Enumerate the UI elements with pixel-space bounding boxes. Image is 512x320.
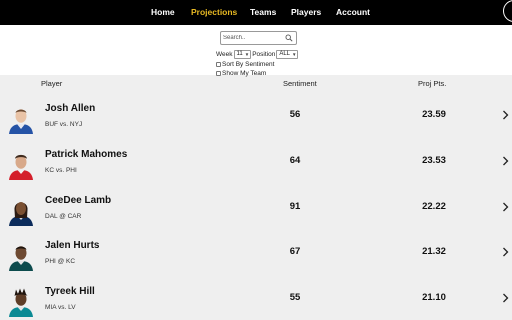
player-proj-pts: 21.10 — [422, 292, 446, 303]
player-name: Jalen Hurts — [45, 240, 100, 251]
table-row[interactable]: Josh Allen BUF vs. NYJ 56 23.59 — [0, 101, 512, 147]
player-matchup: KC vs. PHI — [45, 167, 77, 174]
player-name: CeeDee Lamb — [45, 195, 112, 206]
week-label: Week — [216, 50, 233, 58]
search-input[interactable] — [223, 33, 281, 43]
show-my-team-row: Show My Team — [216, 69, 266, 77]
player-sentiment: 67 — [289, 246, 301, 257]
chevron-right-icon[interactable] — [502, 156, 509, 166]
player-headshot-eagles-icon — [9, 246, 33, 271]
position-select-value: ALL — [279, 51, 291, 57]
chevron-right-icon[interactable] — [502, 293, 509, 303]
nav-players-link[interactable]: Players — [291, 7, 321, 17]
table-row[interactable]: Jalen Hurts PHI @ KC 67 21.32 — [0, 238, 512, 284]
filters-panel: Week 11 ▼ Position ALL ▼ Sort By Sentime… — [0, 25, 512, 77]
player-headshot-chiefs-icon — [9, 154, 33, 180]
player-proj-pts: 21.32 — [422, 246, 446, 257]
nav-projections-link[interactable]: Projections — [191, 7, 237, 17]
profile-circle-icon[interactable] — [503, 0, 512, 22]
chevron-right-icon[interactable] — [502, 110, 509, 120]
search-box — [220, 31, 297, 45]
show-my-team-checkbox[interactable] — [216, 70, 221, 76]
chevron-right-icon[interactable] — [502, 202, 509, 212]
player-name: Patrick Mahomes — [45, 149, 128, 160]
player-name: Josh Allen — [45, 103, 96, 114]
nav-home-link[interactable]: Home — [151, 7, 175, 17]
player-sentiment: 64 — [289, 155, 301, 166]
sort-by-sentiment-row: Sort By Sentiment — [216, 60, 274, 68]
table-row[interactable]: Tyreek Hill MIA vs. LV 55 21.10 — [0, 284, 512, 320]
column-header-player: Player — [41, 79, 63, 88]
sort-by-sentiment-checkbox[interactable] — [216, 61, 221, 67]
week-position-row: Week 11 ▼ Position ALL ▼ — [216, 49, 299, 59]
table-row[interactable]: Patrick Mahomes KC vs. PHI 64 23.53 — [0, 147, 512, 193]
player-headshot-bills-icon — [9, 109, 33, 134]
chevron-right-icon[interactable] — [502, 247, 509, 257]
player-proj-pts: 22.22 — [422, 201, 446, 212]
player-name: Tyreek Hill — [45, 286, 95, 297]
player-matchup: DAL @ CAR — [45, 213, 82, 220]
player-sentiment: 56 — [289, 109, 301, 120]
player-headshot-cowboys-icon — [9, 202, 33, 226]
week-select[interactable]: 11 ▼ — [233, 49, 252, 59]
player-headshot-dolphins-icon — [9, 288, 33, 317]
position-select[interactable]: ALL ▼ — [276, 49, 299, 59]
player-matchup: BUF vs. NYJ — [45, 121, 83, 128]
player-matchup: MIA vs. LV — [45, 304, 76, 311]
table-row[interactable]: CeeDee Lamb DAL @ CAR 91 22.22 — [0, 193, 512, 239]
player-sentiment: 55 — [289, 292, 301, 303]
column-header-proj-pts: Proj Pts. — [418, 79, 447, 88]
search-icon[interactable] — [285, 34, 293, 42]
player-matchup: PHI @ KC — [45, 258, 76, 265]
nav-teams-link[interactable]: Teams — [250, 7, 276, 17]
player-proj-pts: 23.59 — [422, 109, 446, 120]
show-my-team-label: Show My Team — [222, 69, 267, 77]
chevron-down-icon: ▼ — [292, 51, 297, 57]
column-header-sentiment: Sentiment — [283, 79, 317, 88]
sort-by-sentiment-label: Sort By Sentiment — [222, 60, 275, 68]
week-select-value: 11 — [236, 51, 243, 57]
top-nav-bar: Home Projections Teams Players Account — [0, 0, 512, 25]
chevron-down-icon: ▼ — [244, 51, 250, 57]
player-proj-pts: 23.53 — [422, 155, 446, 166]
position-label: Position — [252, 50, 276, 58]
nav-account-link[interactable]: Account — [336, 7, 370, 17]
player-sentiment: 91 — [289, 201, 301, 212]
